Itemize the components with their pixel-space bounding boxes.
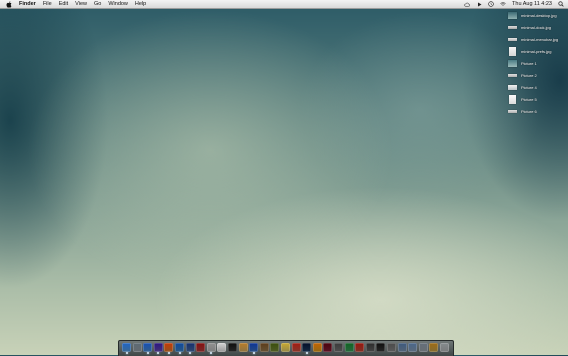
app-icon[interactable]: [387, 343, 396, 352]
time-machine-icon[interactable]: [488, 1, 494, 7]
running-indicator: [305, 352, 308, 354]
app-icon[interactable]: [228, 343, 237, 352]
help-menu[interactable]: Help: [135, 0, 146, 8]
desktop-file[interactable]: minimal-dock.jpg: [508, 22, 551, 32]
menu-clock[interactable]: Thu Aug 11 4:23: [512, 1, 552, 7]
preview-icon[interactable]: [238, 343, 248, 352]
itunes-icon[interactable]: [153, 343, 163, 352]
network-icon[interactable]: [175, 343, 184, 352]
running-indicator: [178, 352, 181, 354]
file-label: Picture 4: [521, 84, 537, 90]
image-thumbnail-icon: [508, 37, 517, 41]
image-thumbnail-icon: [508, 25, 517, 29]
app-icon[interactable]: [365, 343, 375, 352]
desktop-file[interactable]: Picture 6: [508, 106, 537, 116]
indesign-icon[interactable]: [323, 343, 333, 352]
image-thumbnail-icon: [508, 11, 517, 19]
file-label: minimal-dock.jpg: [521, 24, 552, 30]
photoshop-icon[interactable]: [302, 343, 312, 352]
app-icon[interactable]: [334, 343, 343, 352]
menu-bar: Finder File Edit View Go Window Help Thu…: [0, 0, 568, 9]
image-thumbnail-icon: [508, 73, 517, 77]
desktop-file[interactable]: minimal-prefs.jpg: [508, 46, 551, 56]
app-icon[interactable]: [281, 343, 290, 352]
file-label: Picture 1: [521, 60, 537, 66]
folder-icon[interactable]: [429, 343, 439, 352]
apple-menu-icon[interactable]: [6, 0, 13, 8]
desktop-file[interactable]: minimal-desktop.jpg: [508, 10, 557, 20]
file-label: Picture 5: [521, 96, 537, 102]
view-menu[interactable]: View: [75, 0, 87, 8]
file-label: minimal-menubar.jpg: [521, 36, 559, 42]
cloud-icon[interactable]: [464, 1, 471, 7]
desktop-file[interactable]: Picture 1: [508, 58, 537, 68]
applications-folder-icon[interactable]: [397, 343, 407, 352]
desktop-file[interactable]: Picture 5: [508, 94, 537, 104]
file-label: Picture 6: [521, 108, 537, 114]
spotlight-search-icon[interactable]: [558, 1, 564, 7]
file-label: Picture 2: [521, 72, 537, 78]
calendar-icon[interactable]: [217, 343, 227, 352]
desktop-file[interactable]: Picture 2: [508, 70, 537, 80]
app-icon[interactable]: [185, 343, 195, 352]
illustrator-icon[interactable]: [312, 343, 322, 352]
file-menu[interactable]: File: [43, 0, 52, 8]
documents-folder-icon[interactable]: [408, 343, 418, 352]
wifi-icon[interactable]: [500, 1, 506, 7]
image-thumbnail-icon: [509, 94, 516, 104]
app-icon[interactable]: [291, 343, 301, 352]
status-area: Thu Aug 11 4:23: [458, 0, 564, 8]
trash-icon[interactable]: [440, 343, 449, 352]
desktop-file[interactable]: Picture 4: [508, 82, 537, 92]
activity-icon[interactable]: [132, 343, 142, 352]
image-thumbnail-icon: [508, 109, 517, 113]
image-thumbnail-icon: [509, 46, 516, 56]
file-label: minimal-desktop.jpg: [521, 12, 557, 18]
app-icon[interactable]: [259, 343, 269, 352]
app-icon[interactable]: [270, 343, 280, 352]
desktop-file[interactable]: minimal-menubar.jpg: [508, 34, 558, 44]
app-icon[interactable]: [249, 343, 259, 352]
mail-icon[interactable]: [196, 343, 206, 352]
finder-menu[interactable]: Finder: [19, 0, 36, 8]
running-indicator: [252, 352, 255, 354]
edit-menu[interactable]: Edit: [59, 0, 68, 8]
window-menu[interactable]: Window: [108, 0, 128, 8]
app-icon[interactable]: [344, 343, 354, 352]
running-indicator: [167, 352, 170, 354]
running-indicator: [146, 352, 149, 354]
downloads-folder-icon[interactable]: [418, 343, 428, 352]
image-thumbnail-icon: [508, 84, 517, 90]
safari-icon[interactable]: [143, 343, 153, 352]
running-indicator: [125, 352, 128, 354]
play-icon[interactable]: [476, 1, 482, 7]
finder-icon[interactable]: [122, 343, 131, 352]
image-thumbnail-icon: [508, 59, 517, 67]
go-menu[interactable]: Go: [94, 0, 101, 8]
app-icon[interactable]: [355, 343, 365, 352]
app-icon[interactable]: [206, 343, 216, 352]
file-label: minimal-prefs.jpg: [521, 48, 552, 54]
firefox-icon[interactable]: [164, 343, 174, 352]
app-icon[interactable]: [376, 343, 386, 352]
